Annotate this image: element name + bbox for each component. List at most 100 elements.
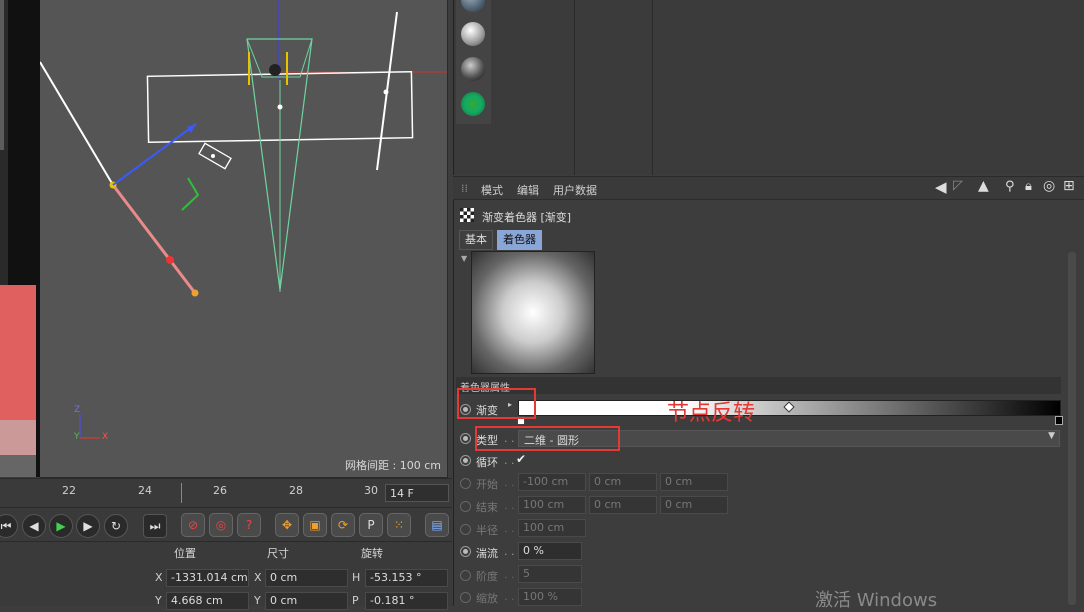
attribute-scrollbar[interactable] — [1068, 252, 1076, 605]
turbulence-label: 湍流 — [476, 547, 498, 560]
material-list — [456, 0, 491, 124]
playhead[interactable] — [181, 483, 182, 503]
film-icon[interactable]: ▤ — [425, 513, 449, 537]
size-x-field[interactable]: 0 cm — [265, 569, 348, 587]
grip-icon: ⁞⁞ — [461, 182, 468, 195]
octaves-label: 阶度 — [476, 570, 498, 583]
divider — [652, 0, 653, 175]
menu-mode[interactable]: 模式 — [481, 182, 503, 198]
timeline-tick: 28 — [289, 484, 303, 497]
material-ball[interactable] — [461, 92, 485, 116]
axis-x-label: X — [102, 432, 109, 442]
section-header-bar — [456, 377, 1061, 394]
radius-field[interactable]: 100 cm — [518, 519, 586, 537]
tab-shader[interactable]: 着色器 — [497, 230, 542, 250]
goto-end-icon[interactable]: ⏭ — [143, 514, 167, 538]
rot-p-field[interactable]: -0.181 ° — [365, 592, 448, 610]
material-ball[interactable] — [461, 22, 485, 46]
shader-preview — [471, 251, 595, 374]
end-x-field[interactable]: 100 cm — [518, 496, 586, 514]
annotation-text: 节点反转 — [667, 401, 756, 426]
end-anim-icon[interactable] — [460, 501, 471, 512]
turbulence-field[interactable]: 0 % — [518, 542, 582, 560]
start-label: 开始 — [476, 478, 498, 491]
menu-userdata[interactable]: 用户数据 — [553, 182, 597, 198]
history-icon[interactable]: ◸ — [953, 178, 963, 193]
record-icon[interactable]: ⊘ — [181, 513, 205, 537]
start-anim-icon[interactable] — [460, 478, 471, 489]
size-y-field[interactable]: 0 cm — [265, 592, 348, 610]
pos-x-field[interactable]: -1331.014 cm — [166, 569, 249, 587]
autokey-icon[interactable]: ◎ — [209, 513, 233, 537]
new-panel-icon[interactable]: ⊞ — [1063, 178, 1075, 194]
next-frame-icon[interactable]: ▶ — [76, 514, 100, 538]
gradient-knot-end[interactable] — [1055, 416, 1063, 425]
frame-end-field[interactable]: 14 F — [385, 484, 449, 502]
type-anim-icon[interactable] — [460, 433, 471, 444]
coordinates-manager: 位置 尺寸 旋转 X -1331.014 cm X 0 cm H -53.153… — [0, 541, 452, 610]
rotate-key-icon[interactable]: ⟳ — [331, 513, 355, 537]
size-header: 尺寸 — [267, 547, 289, 560]
size-x-label: X — [254, 571, 262, 584]
axis-z-label: Z — [74, 405, 81, 415]
material-manager — [453, 0, 1084, 175]
pos-y-field[interactable]: 4.668 cm — [166, 592, 249, 610]
prev-frame-icon[interactable]: ◀ — [22, 514, 46, 538]
search-icon[interactable]: ⚲ — [1005, 179, 1015, 194]
rot-h-field[interactable]: -53.153 ° — [365, 569, 448, 587]
timeline-tick: 26 — [213, 484, 227, 497]
end-label: 结束 — [476, 501, 498, 514]
dots: . . — [504, 545, 515, 558]
scale-field[interactable]: 100 % — [518, 588, 582, 606]
annotation-box — [475, 426, 620, 451]
cycle-checkbox[interactable]: ✔ — [516, 452, 526, 466]
3d-viewport[interactable]: Z Y X 网格间距 : 100 cm — [40, 0, 448, 478]
pla-key-icon[interactable]: ⁙ — [387, 513, 411, 537]
end-y-field[interactable]: 0 cm — [589, 496, 657, 514]
dots: . . — [504, 476, 515, 489]
start-x-field[interactable]: -100 cm — [518, 473, 586, 491]
menu-edit[interactable]: 编辑 — [517, 182, 539, 198]
turbulence-anim-icon[interactable] — [460, 546, 471, 557]
tab-basic[interactable]: 基本 — [459, 230, 493, 250]
material-ball[interactable] — [461, 0, 485, 12]
scale-label: 缩放 — [476, 592, 498, 605]
target-icon[interactable]: ◎ — [1043, 178, 1055, 194]
radius-label: 半径 — [476, 524, 498, 537]
help-icon[interactable]: ? — [237, 513, 261, 537]
annotation-box — [457, 388, 536, 419]
cycle-anim-icon[interactable] — [460, 455, 471, 466]
dots: . . — [504, 568, 515, 581]
scale-key-icon[interactable]: ▣ — [303, 513, 327, 537]
radius-anim-icon[interactable] — [460, 524, 471, 535]
back-arrow-icon[interactable]: ◀ — [935, 178, 947, 196]
end-z-field[interactable]: 0 cm — [660, 496, 728, 514]
transport-bar: ⏮ ◀ ▶ ▶ ↻ ⏭ ⊘ ◎ ? ✥ ▣ ⟳ P ⁙ ▤ — [0, 507, 452, 542]
loop-icon[interactable]: ↻ — [104, 514, 128, 538]
up-arrow-icon[interactable]: ▲ — [978, 178, 989, 194]
rotation-header: 旋转 — [361, 547, 383, 560]
start-y-field[interactable]: 0 cm — [589, 473, 657, 491]
move-key-icon[interactable]: ✥ — [275, 513, 299, 537]
play-icon[interactable]: ▶ — [49, 514, 73, 538]
shader-icon — [460, 208, 474, 222]
param-key-icon[interactable]: P — [359, 513, 383, 537]
rot-h-label: H — [352, 571, 361, 584]
start-z-field[interactable]: 0 cm — [660, 473, 728, 491]
scale-anim-icon[interactable] — [460, 592, 471, 603]
octaves-anim-icon[interactable] — [460, 570, 471, 581]
material-ball[interactable] — [461, 57, 485, 81]
grid-spacing-label: 网格间距 : 100 cm — [345, 459, 441, 472]
windows-watermark: 激活 Windows — [815, 590, 938, 611]
dots: . . — [504, 522, 515, 535]
cycle-label: 循环 — [476, 456, 498, 469]
viewport-scene — [40, 0, 447, 439]
size-y-label: Y — [254, 594, 261, 607]
timeline-tick: 30 — [364, 484, 378, 497]
pos-x-label: X — [155, 571, 163, 584]
goto-start-icon[interactable]: ⏮ — [0, 514, 18, 538]
collapse-arrow-icon[interactable]: ▼ — [461, 254, 467, 263]
octaves-field[interactable]: 5 — [518, 565, 582, 583]
position-header: 位置 — [174, 547, 196, 560]
lock-icon[interactable]: 🔒︎ — [1025, 179, 1032, 194]
